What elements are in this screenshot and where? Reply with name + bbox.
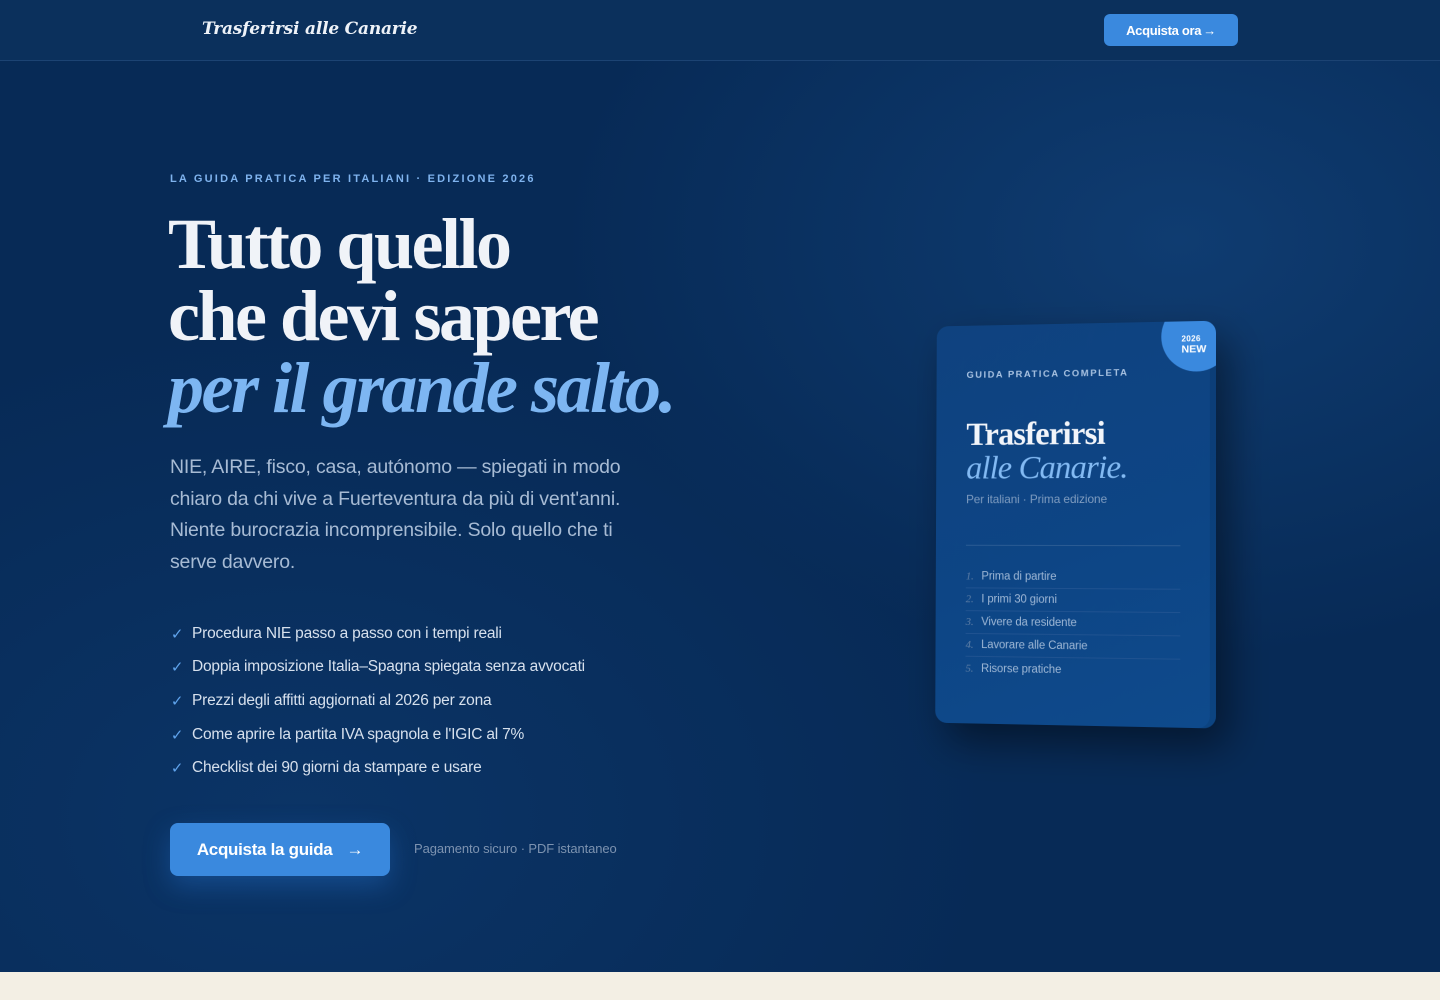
toc-item: 5. Risorse pratiche [965, 657, 1180, 683]
badge-label: NEW [1181, 343, 1207, 356]
feature-item: ✓ Prezzi degli affitti aggiornati al 2026… [170, 684, 585, 718]
toc-item: 2. I primi 30 giorni [965, 588, 1181, 614]
checkmark-icon: ✓ [170, 760, 184, 778]
feature-text: Come aprire la partita IVA spagnola e l'… [192, 725, 525, 743]
headline-line-1: Tutto quello [168, 204, 512, 284]
toc-number: 3. [965, 616, 974, 629]
hero-headline: Tutto quello che devi sapere per il gran… [168, 208, 728, 424]
book-divider [965, 544, 1181, 547]
buy-guide-label: Acquista la guida [196, 839, 333, 859]
feature-text: Prezzi degli affitti aggiornati al 2026 … [192, 691, 492, 709]
toc-item: 1. Prima di partire [965, 565, 1181, 590]
feature-text: Procedura NIE passo a passo con i tempi … [192, 624, 502, 642]
buy-guide-button[interactable]: Acquista la guida → [170, 823, 390, 876]
toc-item: 3. Vivere da residente [965, 611, 1181, 637]
toc-number: 5. [965, 662, 974, 675]
book-title-accent: alle Canarie. [966, 449, 1128, 487]
headline-accent: per il grande salto. [168, 348, 677, 428]
feature-list: ✓ Procedura NIE passo a passo con i tempi… [170, 617, 585, 785]
trust-note: Pagamento sicuro · PDF istantaneo [414, 841, 617, 856]
toc-label: Lavorare alle Canarie [981, 639, 1088, 653]
checkmark-icon: ✓ [170, 726, 184, 744]
feature-text: Checklist dei 90 giorni da stampare e us… [192, 759, 482, 777]
toc-label: Vivere da residente [981, 616, 1077, 630]
feature-item: ✓ Procedura NIE passo a passo con i tempi… [170, 617, 585, 651]
hero-lead-paragraph: NIE, AIRE, fisco, casa, autónomo — spieg… [170, 456, 621, 573]
hero-eyebrow: LA GUIDA PRATICA PER ITALIANI · EDIZIONE… [170, 173, 536, 185]
feature-item: ✓ Doppia imposizione Italia–Spagna spiega… [170, 651, 585, 685]
book-eyebrow: GUIDA PRATICA COMPLETA [966, 367, 1129, 381]
toc-number: 1. [965, 570, 974, 583]
toc-number: 2. [965, 593, 974, 606]
book-cover: 2026 NEW GUIDA PRATICA COMPLETA Trasferi… [935, 320, 1216, 729]
nav-buy-now-button[interactable]: Acquista ora → [1104, 14, 1238, 46]
arrow-right-icon: → [1203, 22, 1216, 38]
book-mockup: 2026 NEW GUIDA PRATICA COMPLETA Trasferi… [935, 320, 1216, 729]
feature-item: ✓ Come aprire la partita IVA spagnola e l… [170, 718, 585, 752]
nav-buy-now-label: Acquista ora [1126, 22, 1202, 38]
top-navigation-bar: Trasferirsi alle Canarie Acquista ora → [0, 0, 1440, 61]
book-title: Trasferirsi alle Canarie. [966, 415, 1128, 487]
toc-number: 4. [965, 638, 974, 651]
feature-text: Doppia imposizione Italia–Spagna spiegat… [192, 658, 585, 676]
toc-label: Prima di partire [981, 570, 1057, 583]
book-table-of-contents: 1. Prima di partire 2. I primi 30 giorni 3… [965, 565, 1181, 683]
checkmark-icon: ✓ [170, 659, 184, 677]
hero-section: Trasferirsi alle Canarie Acquista ora → … [0, 0, 1440, 972]
toc-label: Risorse pratiche [981, 662, 1062, 676]
checkmark-icon: ✓ [170, 692, 184, 710]
brand-logo[interactable]: Trasferirsi alle Canarie [202, 19, 418, 39]
checkmark-icon: ✓ [170, 625, 184, 643]
book-title-main: Trasferirsi [966, 415, 1105, 453]
toc-label: I primi 30 giorni [981, 593, 1057, 606]
toc-item: 4. Lavorare alle Canarie [965, 633, 1181, 660]
feature-item: ✓ Checklist dei 90 giorni da stampare e u… [170, 751, 585, 785]
headline-line-2: che devi sapere [168, 276, 600, 356]
book-subtitle: Per italiani · Prima edizione [966, 491, 1108, 507]
new-edition-badge: 2026 NEW [1161, 320, 1216, 373]
badge-year: 2026 [1181, 334, 1201, 344]
arrow-right-icon: → [346, 839, 364, 859]
